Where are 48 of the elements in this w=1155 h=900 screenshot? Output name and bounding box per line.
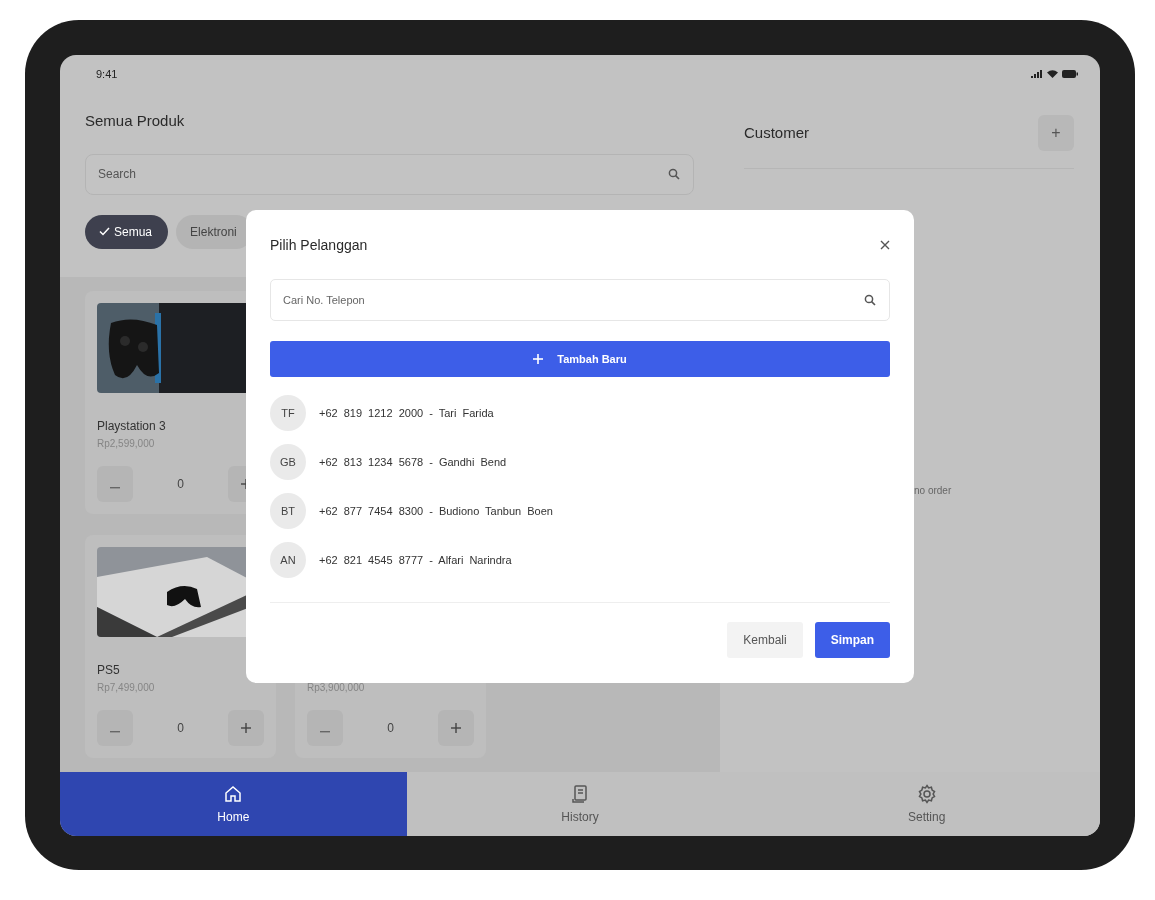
search-icon xyxy=(668,167,680,180)
back-button[interactable]: Kembali xyxy=(727,622,803,658)
search-icon xyxy=(864,294,876,306)
signal-icon xyxy=(1031,70,1043,79)
settings-icon xyxy=(916,783,937,804)
quantity-value: 0 xyxy=(177,720,184,735)
add-new-button[interactable]: Tambah Baru xyxy=(270,341,890,377)
search-field[interactable]: Search xyxy=(85,153,694,195)
minus-icon xyxy=(110,730,120,733)
increase-button[interactable] xyxy=(228,709,264,746)
status-time: 9:41 xyxy=(96,68,118,81)
customer-item[interactable]: +62 813 1234 5678 - Gandhi Bend xyxy=(319,456,507,468)
panel-title: Customer xyxy=(744,124,810,142)
dialog-title: Pilih Pelanggan xyxy=(270,237,368,253)
product-price: Rp3,900,000 xyxy=(307,681,366,695)
add-customer-button[interactable]: + xyxy=(1038,114,1074,151)
initials-avatar: TF xyxy=(270,395,306,431)
increase-button[interactable] xyxy=(438,709,474,746)
save-button[interactable]: Simpan xyxy=(814,622,890,658)
customer-item[interactable]: +62 819 1212 2000 - Tari Farida xyxy=(319,407,494,419)
product-price: Rp7,499,000 xyxy=(97,681,156,695)
minus-icon xyxy=(320,730,330,733)
home-icon xyxy=(223,783,244,804)
minus-icon xyxy=(110,486,120,489)
wifi-icon xyxy=(1047,70,1058,79)
quantity-value: 0 xyxy=(387,720,394,735)
book-icon xyxy=(570,783,590,804)
check-icon xyxy=(99,227,110,237)
category-chip[interactable]: Semua xyxy=(85,214,169,249)
initials-avatar: GB xyxy=(270,444,306,480)
product-card[interactable]: PS5 Rp7,499,000 0 xyxy=(85,534,276,758)
customer-item[interactable]: +62 877 7454 8300 - Budiono Tanbun Boen xyxy=(319,505,553,517)
phone-search-field[interactable]: Cari No. Telepon xyxy=(270,279,890,321)
plus-icon xyxy=(451,722,461,733)
close-icon[interactable] xyxy=(880,240,890,250)
product-name: Playstation 3 xyxy=(97,417,167,434)
battery-icon xyxy=(1062,70,1078,79)
initials-avatar: AN xyxy=(270,542,306,578)
plus-icon xyxy=(533,354,544,364)
product-name: PS5 xyxy=(97,661,121,678)
section-title: Semua Produk xyxy=(85,111,186,131)
plus-icon xyxy=(241,722,251,733)
initials-avatar: BT xyxy=(270,493,306,529)
nav-tab[interactable]: Home xyxy=(60,771,407,836)
empty-state-text: no order xyxy=(914,484,953,496)
product-price: Rp2,599,000 xyxy=(97,437,156,451)
quantity-value: 0 xyxy=(177,476,184,491)
customer-item[interactable]: +62 821 4545 8777 - Alfari Narindra xyxy=(319,554,512,566)
